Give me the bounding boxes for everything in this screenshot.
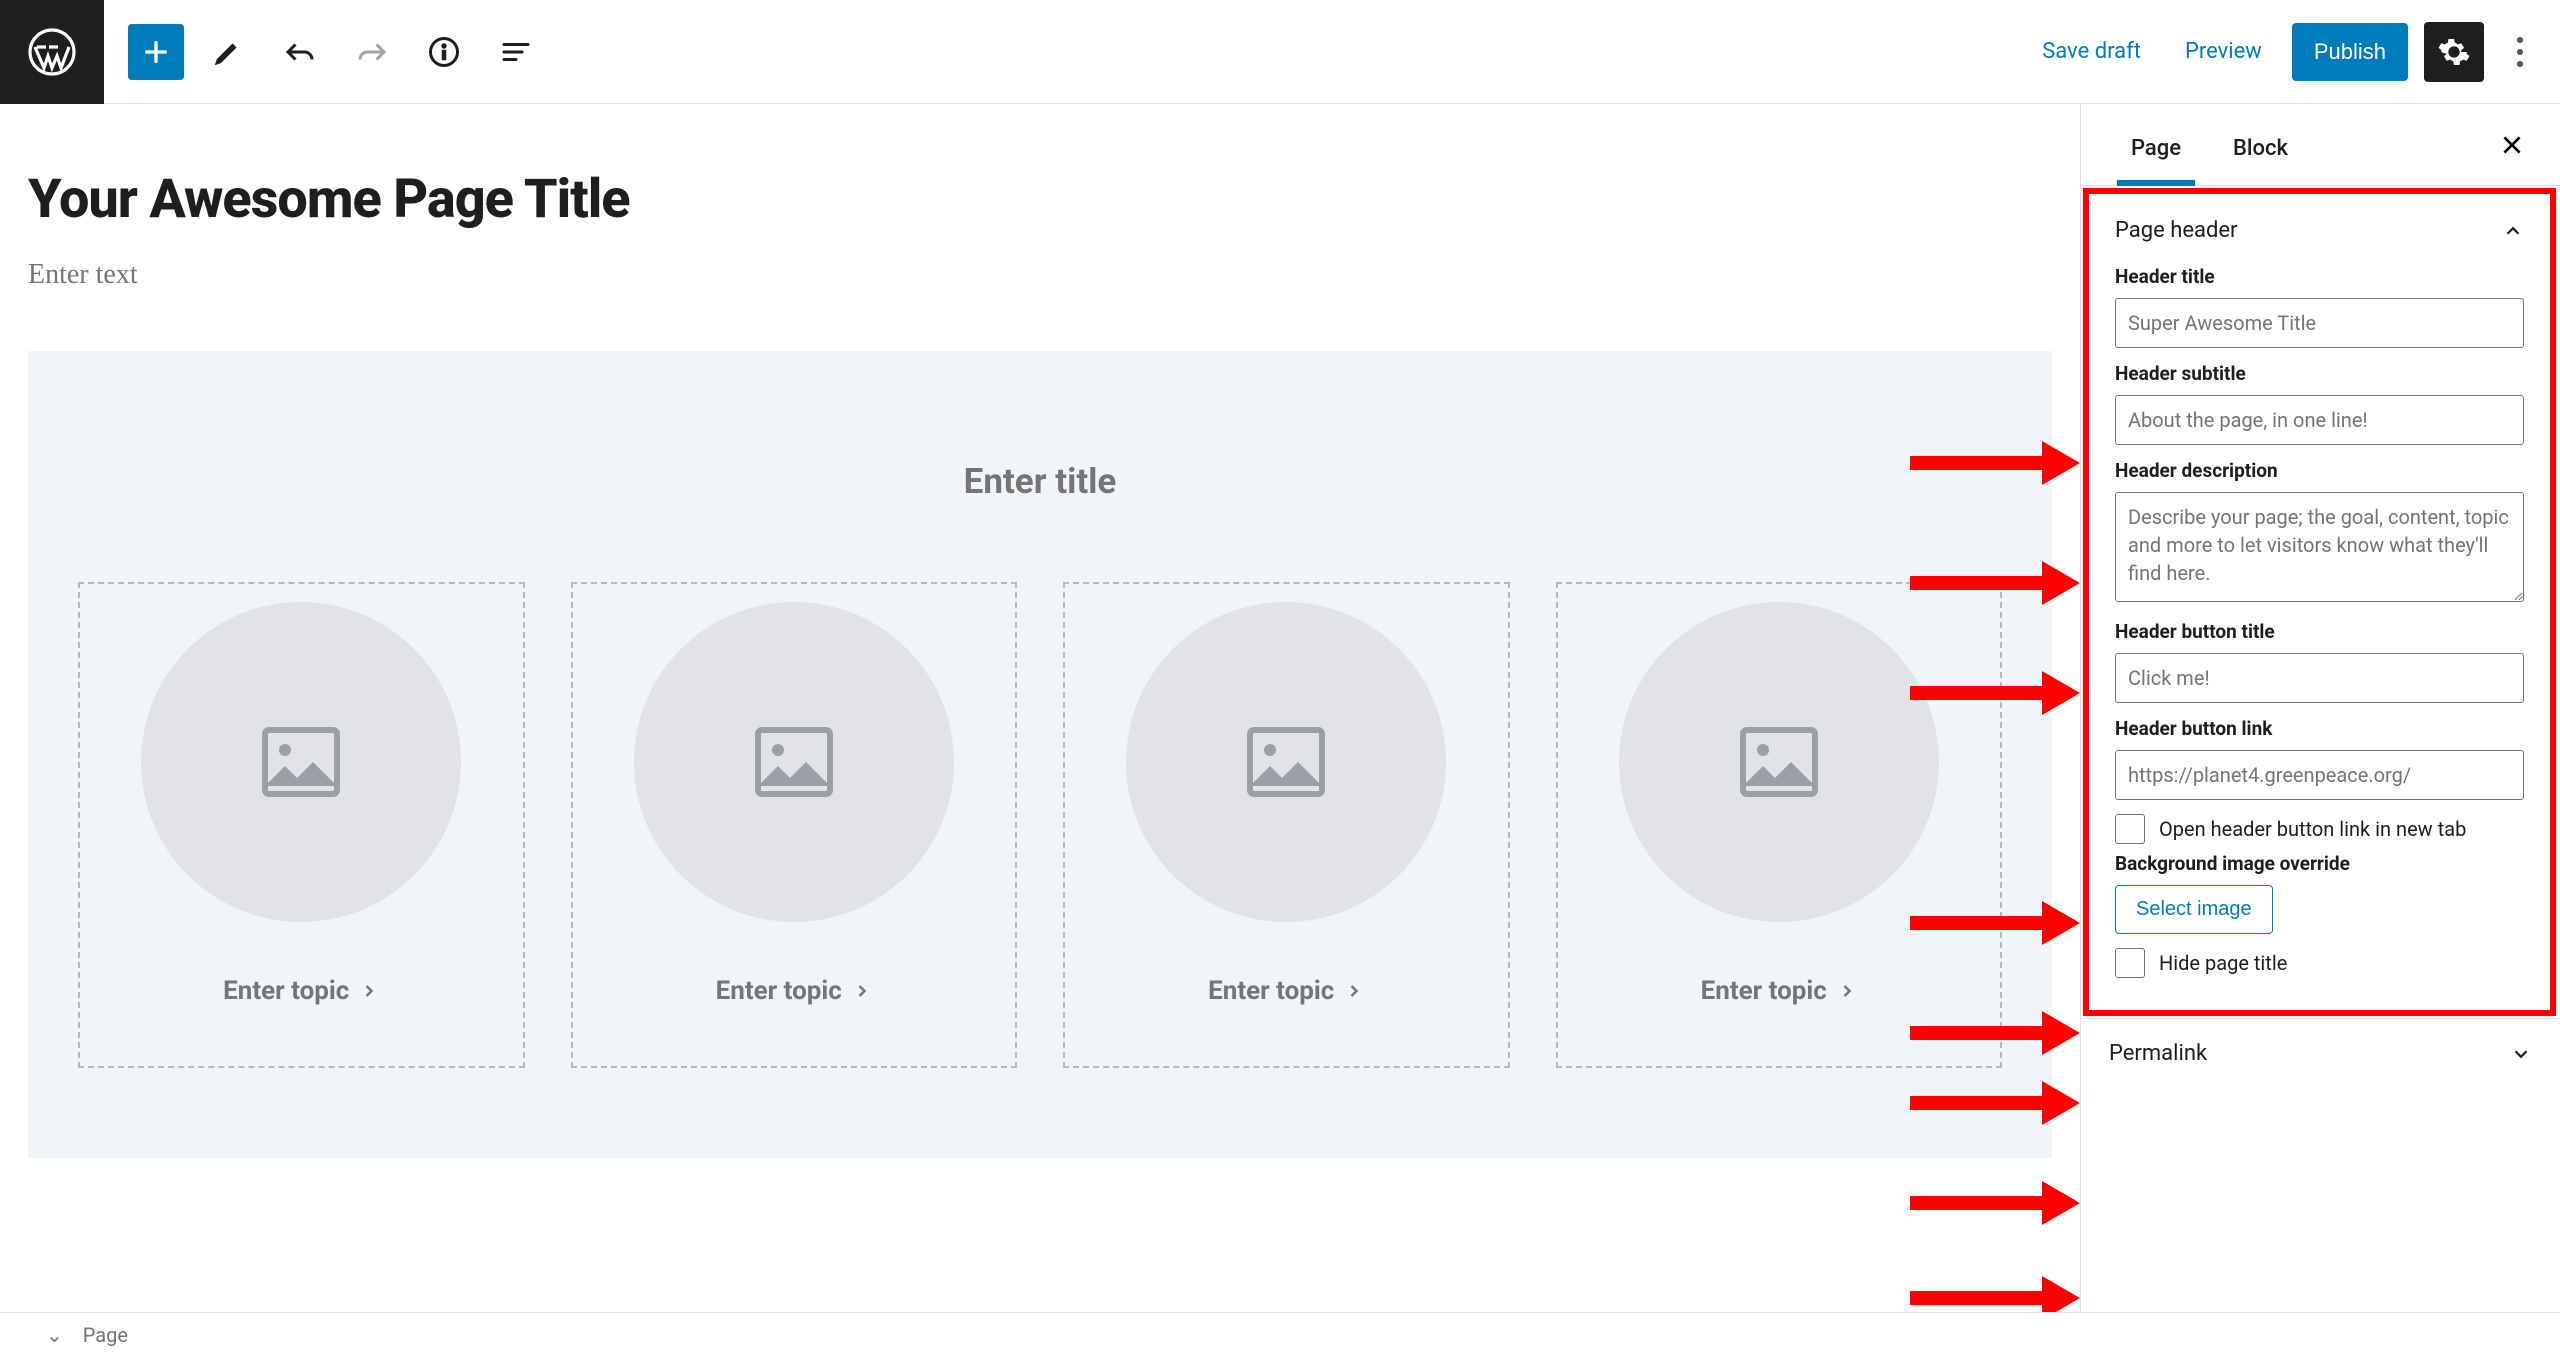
topic-card[interactable]: Enter topic [1063,582,1510,1068]
page-header-panel-toggle[interactable]: Page header [2115,198,2524,265]
breadcrumb-bar: ⌄ Page [0,1312,2560,1356]
close-sidebar-button[interactable] [2488,121,2536,169]
header-description-label: Header description [2115,459,2524,482]
annotation-arrow [1910,444,2080,482]
list-icon [498,34,534,70]
annotation-arrow [1910,564,2080,602]
more-options-button[interactable] [2500,24,2540,80]
annotation-arrow [1910,1184,2080,1222]
topic-label[interactable]: Enter topic [1208,976,1334,1006]
chevron-right-icon [852,981,872,1001]
settings-sidebar: Page Block Page header Header title [2080,104,2560,1312]
header-button-link-label: Header button link [2115,717,2524,740]
image-icon [1238,714,1334,810]
undo-icon [282,34,318,70]
chevron-right-icon [359,981,379,1001]
topic-label[interactable]: Enter topic [1701,976,1827,1006]
edit-mode-button[interactable] [200,24,256,80]
topic-card[interactable]: Enter topic [1556,582,2003,1068]
chevron-up-icon [2502,220,2524,242]
permalink-panel-toggle[interactable]: Permalink [2081,1018,2560,1088]
permalink-label: Permalink [2109,1041,2207,1066]
close-icon [2499,132,2525,158]
annotation-arrow [1910,904,2080,942]
info-button[interactable] [416,24,472,80]
open-new-tab-label: Open header button link in new tab [2159,817,2466,841]
chevron-down-icon [2510,1043,2532,1065]
list-view-button[interactable] [488,24,544,80]
annotation-arrow [1910,1014,2080,1052]
topic-image-placeholder[interactable] [1619,602,1939,922]
wordpress-editor: Save draft Preview Publish Your Awesome … [0,0,2560,1356]
annotation-arrow [1910,674,2080,712]
topics-title-placeholder[interactable]: Enter title [78,461,2002,502]
plus-icon [140,36,172,68]
image-icon [253,714,349,810]
header-button-link-input[interactable] [2115,750,2524,800]
hide-page-title-label: Hide page title [2159,951,2287,975]
bg-override-label: Background image override [2115,852,2524,875]
top-toolbar: Save draft Preview Publish [0,0,2560,104]
open-new-tab-checkbox[interactable] [2115,814,2145,844]
topic-image-placeholder[interactable] [1126,602,1446,922]
preview-link[interactable]: Preview [2171,27,2276,76]
redo-icon [354,34,390,70]
breadcrumb-item[interactable]: Page [83,1323,128,1347]
hide-page-title-checkbox[interactable] [2115,948,2145,978]
open-new-tab-checkbox-row[interactable]: Open header button link in new tab [2115,814,2524,844]
dots-vertical-icon [2516,36,2524,68]
chevron-right-icon [1344,981,1364,1001]
header-title-label: Header title [2115,265,2524,288]
topic-card[interactable]: Enter topic [78,582,525,1068]
topic-label[interactable]: Enter topic [223,976,349,1006]
topic-image-placeholder[interactable] [141,602,461,922]
undo-button[interactable] [272,24,328,80]
hide-page-title-checkbox-row[interactable]: Hide page title [2115,948,2524,978]
image-icon [1731,714,1827,810]
publish-button[interactable]: Publish [2292,23,2408,81]
header-title-input[interactable] [2115,298,2524,348]
topic-card[interactable]: Enter topic [571,582,1018,1068]
breadcrumb-indicator: ⌄ [46,1323,63,1347]
page-title[interactable]: Your Awesome Page Title [28,168,2052,231]
annotation-arrow [1910,1084,2080,1122]
header-subtitle-label: Header subtitle [2115,362,2524,385]
wordpress-icon [28,28,76,76]
editor-canvas[interactable]: Your Awesome Page Title Enter text Enter… [0,104,2080,1312]
select-image-button[interactable]: Select image [2115,885,2273,934]
annotation-arrow [1910,1279,2080,1312]
tab-page[interactable]: Page [2105,112,2207,185]
content-placeholder[interactable]: Enter text [28,259,2052,291]
annotated-panel-highlight: Page header Header title Header subtitle… [2083,188,2556,1016]
wp-logo-button[interactable] [0,0,104,104]
redo-button[interactable] [344,24,400,80]
gear-icon [2437,35,2471,69]
header-subtitle-input[interactable] [2115,395,2524,445]
topic-image-placeholder[interactable] [634,602,954,922]
panel-title: Page header [2115,218,2237,243]
header-description-textarea[interactable] [2115,492,2524,602]
topic-label[interactable]: Enter topic [716,976,842,1006]
save-draft-link[interactable]: Save draft [2028,27,2155,76]
info-icon [426,34,462,70]
header-button-title-label: Header button title [2115,620,2524,643]
topics-block[interactable]: Enter title Enter topic Ente [28,351,2052,1158]
tab-block[interactable]: Block [2207,112,2314,185]
settings-button[interactable] [2424,22,2484,82]
chevron-right-icon [1837,981,1857,1001]
header-button-title-input[interactable] [2115,653,2524,703]
image-icon [746,714,842,810]
pencil-icon [210,34,246,70]
add-block-button[interactable] [128,24,184,80]
